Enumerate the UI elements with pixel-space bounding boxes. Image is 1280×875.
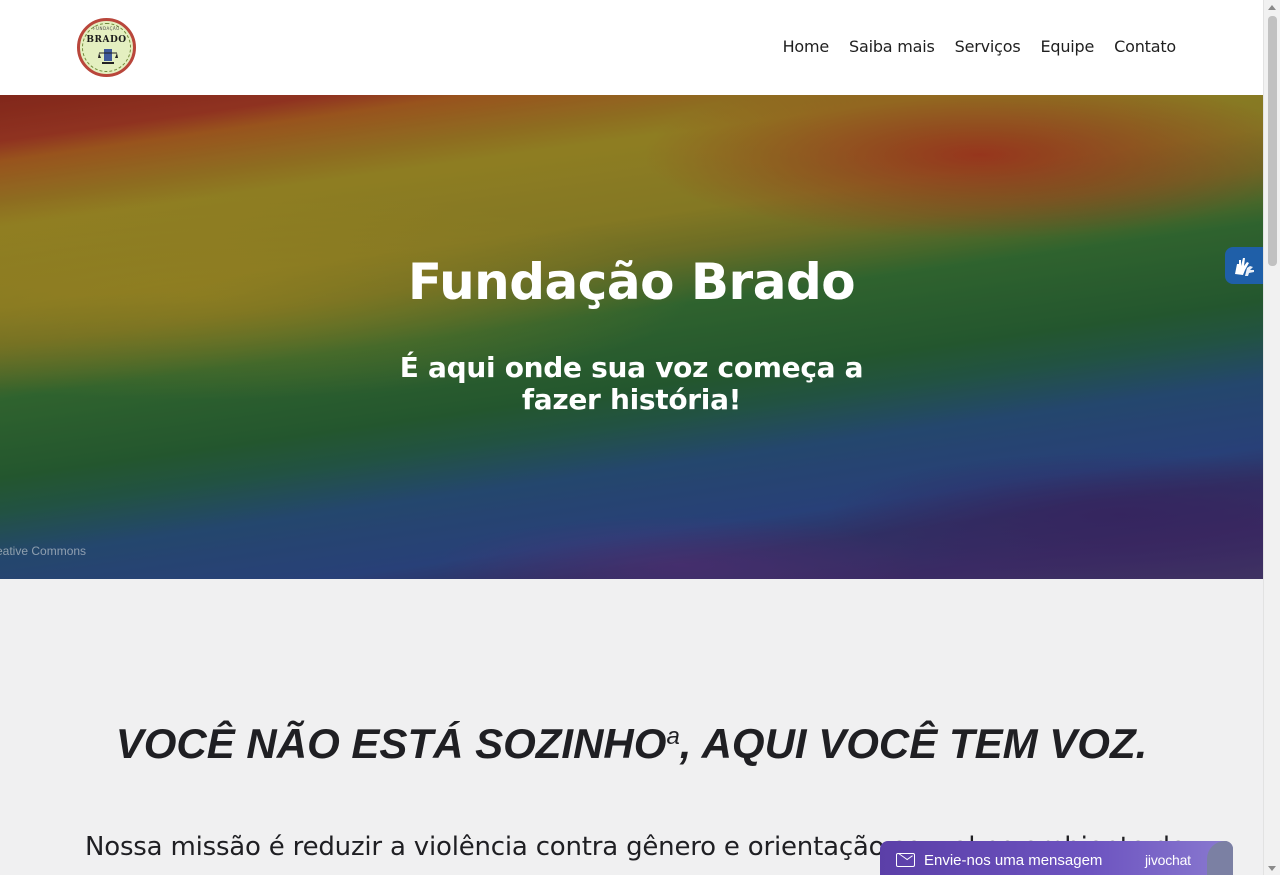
tagline-rest: , AQUI VOCÊ TEM VOZ.	[679, 720, 1148, 767]
chat-corner	[1207, 841, 1233, 875]
nav-saiba-mais[interactable]: Saiba mais	[839, 36, 945, 58]
logo-subtext: FUNDAÇÃO	[93, 26, 120, 31]
chat-label: Envie-nos uma mensagem	[924, 852, 1103, 869]
sign-language-hands-icon	[1235, 257, 1254, 276]
image-credit: eative Commons	[0, 544, 87, 558]
nav-home[interactable]: Home	[773, 36, 839, 58]
hero-subtitle: É aqui onde sua voz começa a fazer histó…	[399, 351, 864, 416]
site-header: FUNDAÇÃO BRADO Home Saiba mais Serviços …	[0, 0, 1263, 95]
nav-servicos[interactable]: Serviços	[945, 36, 1031, 58]
accessibility-button[interactable]	[1225, 247, 1263, 284]
nav-contato[interactable]: Contato	[1104, 36, 1186, 58]
scroll-up-arrow[interactable]	[1268, 5, 1276, 10]
tagline-heading: VOCÊ NÃO ESTÁ SOZINHOa, AQUI VOCÊ TEM VO…	[0, 720, 1263, 768]
scales-icon	[98, 49, 118, 64]
brado-logo[interactable]: FUNDAÇÃO BRADO	[77, 18, 136, 77]
chat-widget[interactable]: Envie-nos uma mensagem jivochat	[880, 841, 1233, 875]
tagline-superscript: a	[666, 723, 680, 750]
hero-title: Fundação Brado	[407, 253, 856, 311]
chat-brand: jivochat	[1145, 852, 1191, 868]
main-nav: Home Saiba mais Serviços Equipe Contato	[773, 36, 1186, 58]
hero-banner: Fundação Brado É aqui onde sua voz começ…	[0, 95, 1263, 579]
tagline-main: VOCÊ NÃO ESTÁ SOZINHO	[115, 720, 667, 767]
logo-text: BRADO	[86, 35, 127, 45]
page-scrollbar[interactable]	[1263, 0, 1280, 875]
envelope-icon	[896, 853, 915, 867]
scroll-down-arrow[interactable]	[1268, 866, 1276, 871]
scroll-thumb[interactable]	[1268, 16, 1277, 266]
nav-equipe[interactable]: Equipe	[1031, 36, 1105, 58]
